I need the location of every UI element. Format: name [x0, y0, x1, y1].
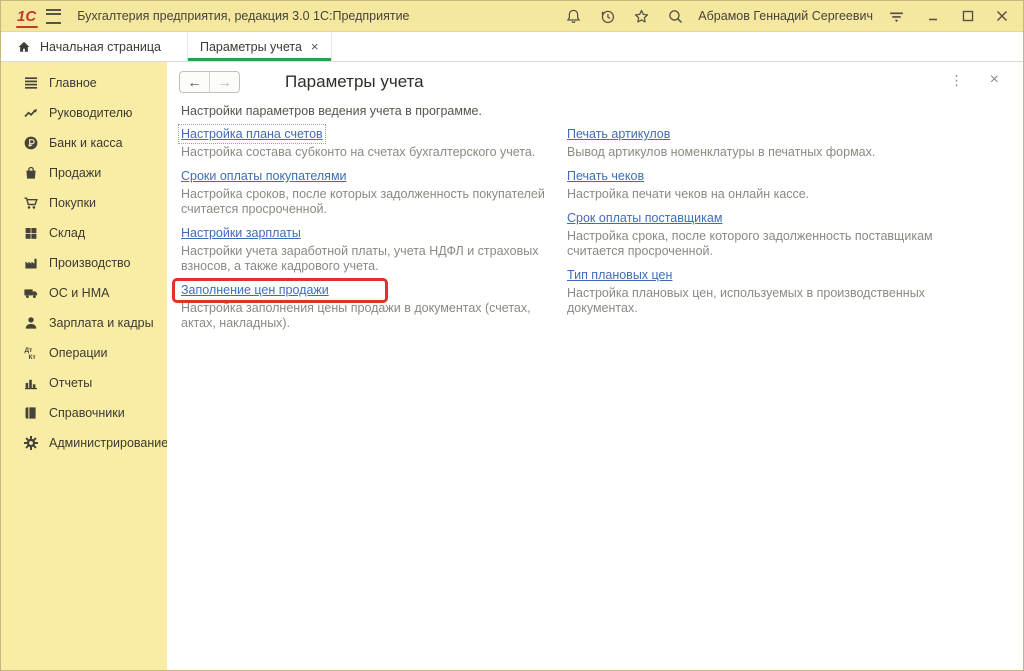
settings-column-left: Настройка плана счетов Настройка состава … — [181, 127, 551, 340]
more-actions-icon[interactable]: ⋮ — [950, 73, 964, 87]
tab-home[interactable]: Начальная страница — [1, 32, 187, 61]
settings-link-description: Настройка срока, после которого задолжен… — [567, 229, 952, 259]
tab-label: Параметры учета — [200, 40, 302, 54]
sidebar-item-label: Администрирование — [49, 436, 168, 450]
window-controls — [927, 9, 1009, 23]
settings-link-planned-price-type[interactable]: Тип плановых цен — [567, 268, 672, 282]
sidebar-item-label: Зарплата и кадры — [49, 316, 154, 330]
sidebar-item-administration[interactable]: Администрирование — [1, 428, 167, 458]
trend-icon — [23, 105, 39, 121]
sidebar-item-label: Банк и касса — [49, 136, 123, 150]
settings-link-salary-settings[interactable]: Настройки зарплаты — [181, 226, 301, 240]
person-icon — [23, 315, 39, 331]
svg-text:Кт: Кт — [29, 354, 36, 361]
settings-item: Настройки зарплаты Настройки учета зарабо… — [181, 226, 551, 274]
truck-icon — [23, 285, 39, 301]
home-icon — [17, 40, 31, 54]
section-sidebar: Главное Руководителю Банк и касса Продажи По… — [1, 62, 167, 670]
settings-link-description: Настройка заполнения цены продажи в доку… — [181, 301, 551, 331]
sidebar-item-purchases[interactable]: Покупки — [1, 188, 167, 218]
settings-item: Печать артикулов Вывод артикулов номенкла… — [567, 127, 952, 160]
current-user[interactable]: Абрамов Геннадий Сергеевич — [698, 9, 873, 23]
sidebar-item-label: Главное — [49, 76, 97, 90]
service-menu-icon[interactable] — [887, 7, 905, 25]
maximize-icon[interactable] — [961, 9, 975, 23]
bag-icon — [23, 165, 39, 181]
sidebar-item-label: Производство — [49, 256, 131, 270]
sidebar-item-label: ОС и НМА — [49, 286, 109, 300]
tab-close-icon[interactable]: × — [311, 40, 319, 53]
settings-link-description: Настройки учета заработной платы, учета … — [181, 244, 551, 274]
cart-icon — [23, 195, 39, 211]
history-icon[interactable] — [598, 7, 616, 25]
sidebar-item-label: Склад — [49, 226, 85, 240]
settings-item: Срок оплаты поставщикам Настройка срока, … — [567, 211, 952, 259]
sidebar-item-label: Отчеты — [49, 376, 92, 390]
settings-link-description: Настройка состава субконто на счетах бух… — [181, 145, 551, 160]
settings-item: Настройка плана счетов Настройка состава … — [181, 127, 551, 160]
tab-home-label: Начальная страница — [40, 40, 161, 54]
gear-icon — [23, 435, 39, 451]
star-icon[interactable] — [632, 7, 650, 25]
tab-accounting-parameters[interactable]: Параметры учета × — [187, 32, 332, 61]
settings-link-print-articles[interactable]: Печать артикулов — [567, 127, 670, 141]
settings-link-supplier-payment-terms[interactable]: Срок оплаты поставщикам — [567, 211, 722, 225]
menu-icon — [23, 75, 39, 91]
settings-item: Тип плановых цен Настройка плановых цен, … — [567, 268, 952, 316]
back-button[interactable]: ← — [180, 72, 210, 92]
settings-link-description: Вывод артикулов номенклатуры в печатных … — [567, 145, 952, 160]
page-title: Параметры учета — [285, 72, 424, 92]
content-area: ← → Параметры учета ⋮ × Настройки параме… — [167, 62, 1023, 670]
sidebar-item-label: Руководителю — [49, 106, 132, 120]
sidebar-item-warehouse[interactable]: Склад — [1, 218, 167, 248]
sidebar-item-label: Справочники — [49, 406, 125, 420]
settings-column-right: Печать артикулов Вывод артикулов номенкла… — [567, 127, 952, 340]
settings-item: Заполнение цен продажи Настройка заполнен… — [181, 283, 551, 331]
sidebar-item-bank-cash[interactable]: Банк и касса — [1, 128, 167, 158]
sidebar-item-label: Продажи — [49, 166, 101, 180]
settings-link-sales-price-filling[interactable]: Заполнение цен продажи — [181, 283, 329, 297]
settings-link-customer-payment-terms[interactable]: Сроки оплаты покупателями — [181, 169, 347, 183]
sidebar-item-production[interactable]: Производство — [1, 248, 167, 278]
settings-link-description: Настройка плановых цен, используемых в п… — [567, 286, 952, 316]
book-icon — [23, 405, 39, 421]
bell-icon[interactable] — [564, 7, 582, 25]
settings-item: Печать чеков Настройка печати чеков на он… — [567, 169, 952, 202]
ruble-icon — [23, 135, 39, 151]
settings-link-description: Настройка сроков, после которых задолжен… — [181, 187, 551, 217]
sidebar-item-salary-hr[interactable]: Зарплата и кадры — [1, 308, 167, 338]
dtkt-icon: ДтКт — [23, 345, 39, 361]
sidebar-item-sales[interactable]: Продажи — [1, 158, 167, 188]
main-menu-icon[interactable] — [46, 9, 61, 24]
settings-link-print-receipts[interactable]: Печать чеков — [567, 169, 644, 183]
svg-text:Дт: Дт — [25, 347, 33, 354]
page-subtitle: Настройки параметров ведения учета в про… — [181, 104, 1009, 118]
1c-logo-icon: 1С — [17, 9, 36, 24]
search-icon[interactable] — [666, 7, 684, 25]
sidebar-item-manager[interactable]: Руководителю — [1, 98, 167, 128]
close-icon[interactable] — [995, 9, 1009, 23]
settings-link-chart-of-accounts[interactable]: Настройка плана счетов — [181, 127, 323, 141]
close-form-icon[interactable]: × — [990, 72, 999, 88]
sidebar-item-directories[interactable]: Справочники — [1, 398, 167, 428]
sidebar-item-operations[interactable]: ДтКт Операции — [1, 338, 167, 368]
grid-icon — [23, 225, 39, 241]
sidebar-item-reports[interactable]: Отчеты — [1, 368, 167, 398]
nav-buttons: ← → — [179, 71, 240, 93]
chart-icon — [23, 375, 39, 391]
settings-link-description: Настройка печати чеков на онлайн кассе. — [567, 187, 952, 202]
app-title: Бухгалтерия предприятия, редакция 3.0 1С… — [77, 9, 409, 23]
factory-icon — [23, 255, 39, 271]
title-bar: 1С Бухгалтерия предприятия, редакция 3.0… — [1, 1, 1023, 32]
minimize-icon[interactable] — [927, 9, 941, 23]
sidebar-item-main[interactable]: Главное — [1, 68, 167, 98]
app-window: 1С Бухгалтерия предприятия, редакция 3.0… — [0, 0, 1024, 671]
tab-bar: Начальная страница Параметры учета × — [1, 32, 1023, 62]
forward-button[interactable]: → — [210, 72, 239, 92]
sidebar-item-label: Операции — [49, 346, 107, 360]
sidebar-item-label: Покупки — [49, 196, 96, 210]
settings-item: Сроки оплаты покупателями Настройка сроко… — [181, 169, 551, 217]
sidebar-item-os-nma[interactable]: ОС и НМА — [1, 278, 167, 308]
